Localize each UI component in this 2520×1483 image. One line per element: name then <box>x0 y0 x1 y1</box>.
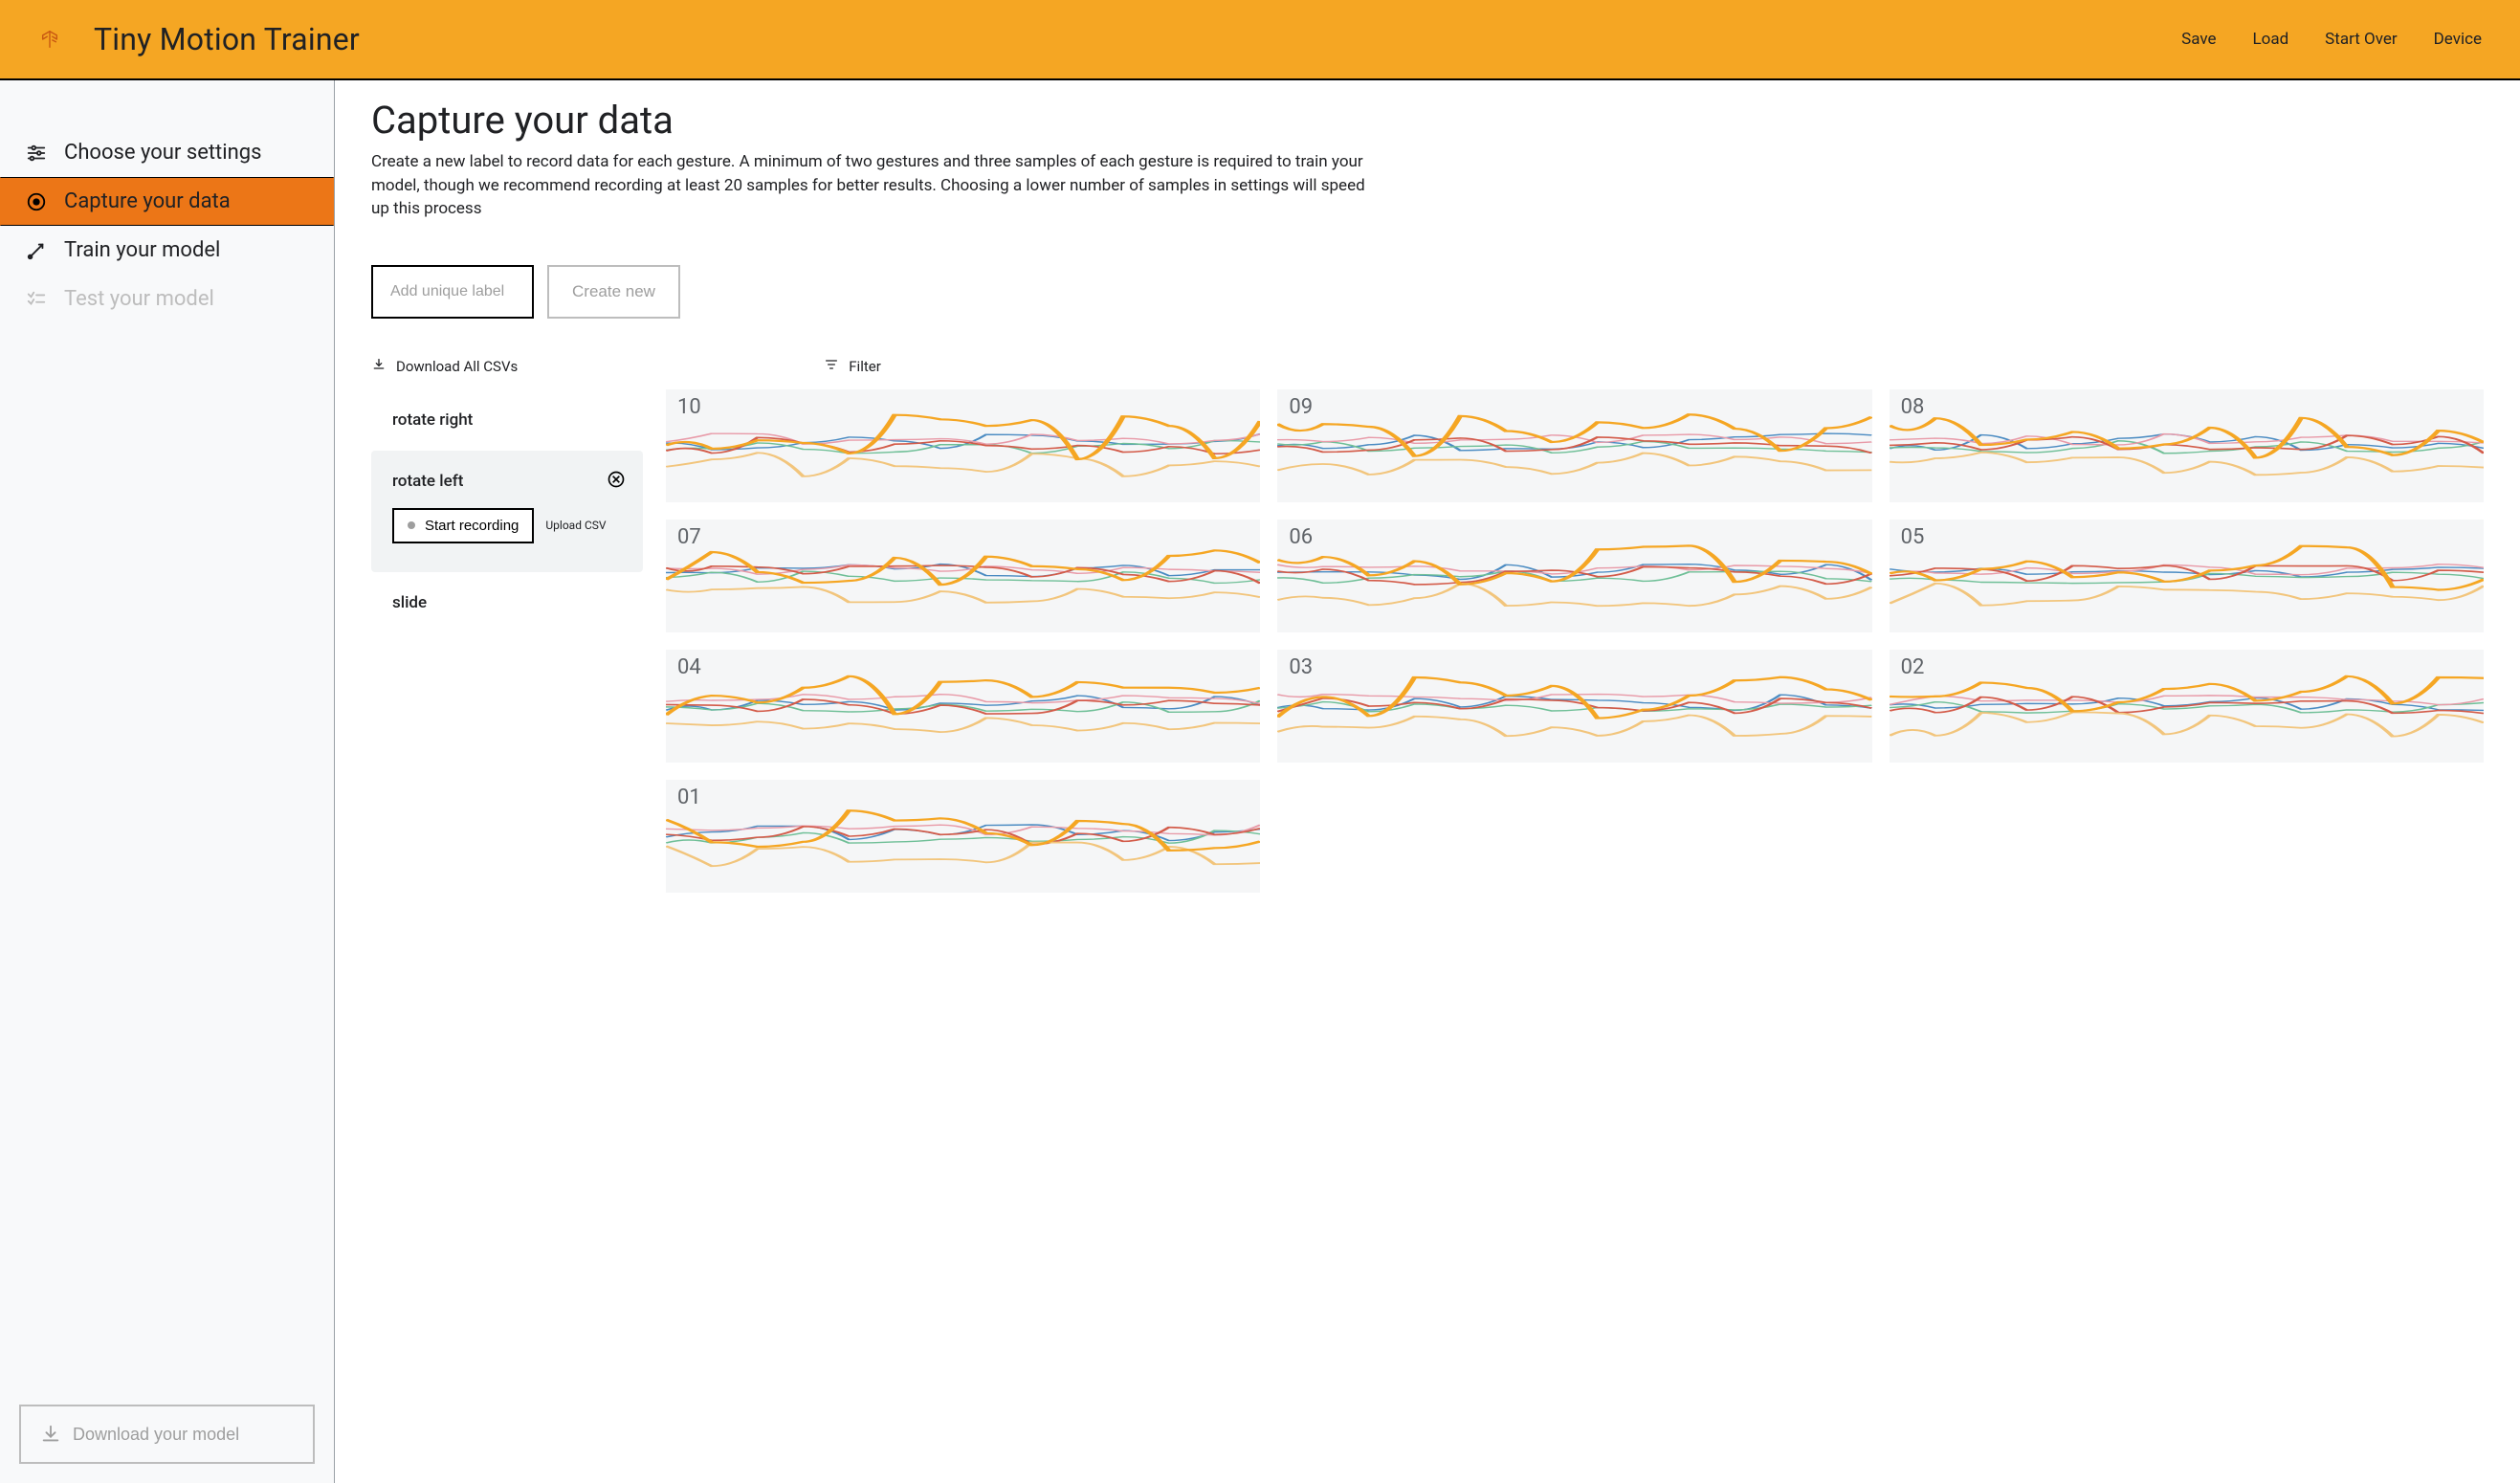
sidebar-footer: Download your model <box>0 1385 334 1483</box>
close-circle-icon <box>607 475 626 493</box>
sample-number: 09 <box>1289 395 1313 419</box>
filter[interactable]: Filter <box>824 357 881 376</box>
upload-csv-link[interactable]: Upload CSV <box>545 519 606 532</box>
sample-thumbnail[interactable]: 05 <box>1890 520 2484 632</box>
sidebar: Choose your settings Capture your data T… <box>0 80 335 1483</box>
sidebar-item-label: Train your model <box>64 238 220 262</box>
label-card-rotate-right[interactable]: rotate right <box>371 389 643 451</box>
sample-number: 10 <box>677 395 701 419</box>
labels-column: rotate right rotate left Start recordi <box>371 389 643 633</box>
sample-number: 02 <box>1901 655 1925 679</box>
sample-number: 05 <box>1901 525 1925 549</box>
nav-device[interactable]: Device <box>2434 30 2482 49</box>
sample-thumbnail[interactable]: 10 <box>666 389 1260 502</box>
sample-thumbnail[interactable]: 01 <box>666 780 1260 893</box>
checklist-icon <box>26 289 47 310</box>
record-dot-icon <box>408 521 415 529</box>
filter-icon <box>824 357 839 376</box>
sample-thumbnail[interactable]: 02 <box>1890 650 2484 763</box>
sidebar-item-label: Capture your data <box>64 189 231 213</box>
sample-number: 06 <box>1289 525 1313 549</box>
record-row: Start recording Upload CSV <box>392 508 622 543</box>
sidebar-item-label: Choose your settings <box>64 141 261 165</box>
sample-thumbnail[interactable]: 03 <box>1277 650 1871 763</box>
sample-number: 07 <box>677 525 701 549</box>
label-name: rotate left <box>392 472 622 491</box>
label-card-slide[interactable]: slide <box>371 572 643 633</box>
label-card-rotate-left[interactable]: rotate left Start recording Upload CSV <box>371 451 643 572</box>
start-recording-button[interactable]: Start recording <box>392 508 534 543</box>
topbar: Tiny Motion Trainer Save Load Start Over… <box>0 0 2520 80</box>
sample-thumbnail[interactable]: 04 <box>666 650 1260 763</box>
sidebar-item-test-model: Test your model <box>0 275 334 323</box>
download-icon <box>371 357 387 376</box>
label-name: slide <box>392 593 622 612</box>
sample-number: 04 <box>677 655 701 679</box>
sample-number: 01 <box>677 786 701 809</box>
sample-thumbnail[interactable]: 07 <box>666 520 1260 632</box>
sample-number: 08 <box>1901 395 1925 419</box>
sample-number: 03 <box>1289 655 1313 679</box>
samples-grid: 10 09 08 07 <box>666 389 2484 893</box>
sliders-icon <box>26 143 47 164</box>
download-model-label: Download your model <box>73 1425 239 1445</box>
samples-column: 10 09 08 07 <box>666 389 2484 893</box>
filter-label: Filter <box>849 358 881 375</box>
label-name: rotate right <box>392 410 622 430</box>
download-model-button[interactable]: Download your model <box>19 1405 315 1464</box>
content: rotate right rotate left Start recordi <box>371 389 2484 893</box>
page-title: Capture your data <box>371 98 2484 143</box>
sample-thumbnail[interactable]: 09 <box>1277 389 1871 502</box>
nav-start-over[interactable]: Start Over <box>2325 30 2397 49</box>
nav-save[interactable]: Save <box>2181 30 2216 49</box>
label-input[interactable] <box>371 265 534 319</box>
sidebar-item-choose-settings[interactable]: Choose your settings <box>0 128 334 177</box>
tensorflow-logo-icon <box>27 16 73 62</box>
layout: Choose your settings Capture your data T… <box>0 80 2520 1483</box>
main: Capture your data Create a new label to … <box>335 80 2520 1483</box>
label-row: Create new <box>371 265 2484 319</box>
download-all-label: Download All CSVs <box>396 358 518 375</box>
sample-thumbnail[interactable]: 06 <box>1277 520 1871 632</box>
sidebar-item-label: Test your model <box>64 287 214 311</box>
sidebar-item-train-model[interactable]: Train your model <box>0 226 334 275</box>
sample-thumbnail[interactable]: 08 <box>1890 389 2484 502</box>
create-new-button[interactable]: Create new <box>547 265 680 319</box>
page-description: Create a new label to record data for ea… <box>371 150 1385 221</box>
brand: Tiny Motion Trainer <box>27 16 360 62</box>
sidebar-item-capture-data[interactable]: Capture your data <box>0 177 334 226</box>
record-icon <box>26 191 47 212</box>
download-icon <box>40 1424 61 1445</box>
top-links: Save Load Start Over Device <box>2181 30 2482 49</box>
start-recording-label: Start recording <box>425 518 519 534</box>
app-title: Tiny Motion Trainer <box>94 21 360 57</box>
toolbar: Download All CSVs Filter <box>371 357 2484 376</box>
nav-load[interactable]: Load <box>2252 30 2288 49</box>
train-icon <box>26 240 47 261</box>
download-all-csvs[interactable]: Download All CSVs <box>371 357 518 376</box>
delete-label-button[interactable] <box>607 470 626 493</box>
